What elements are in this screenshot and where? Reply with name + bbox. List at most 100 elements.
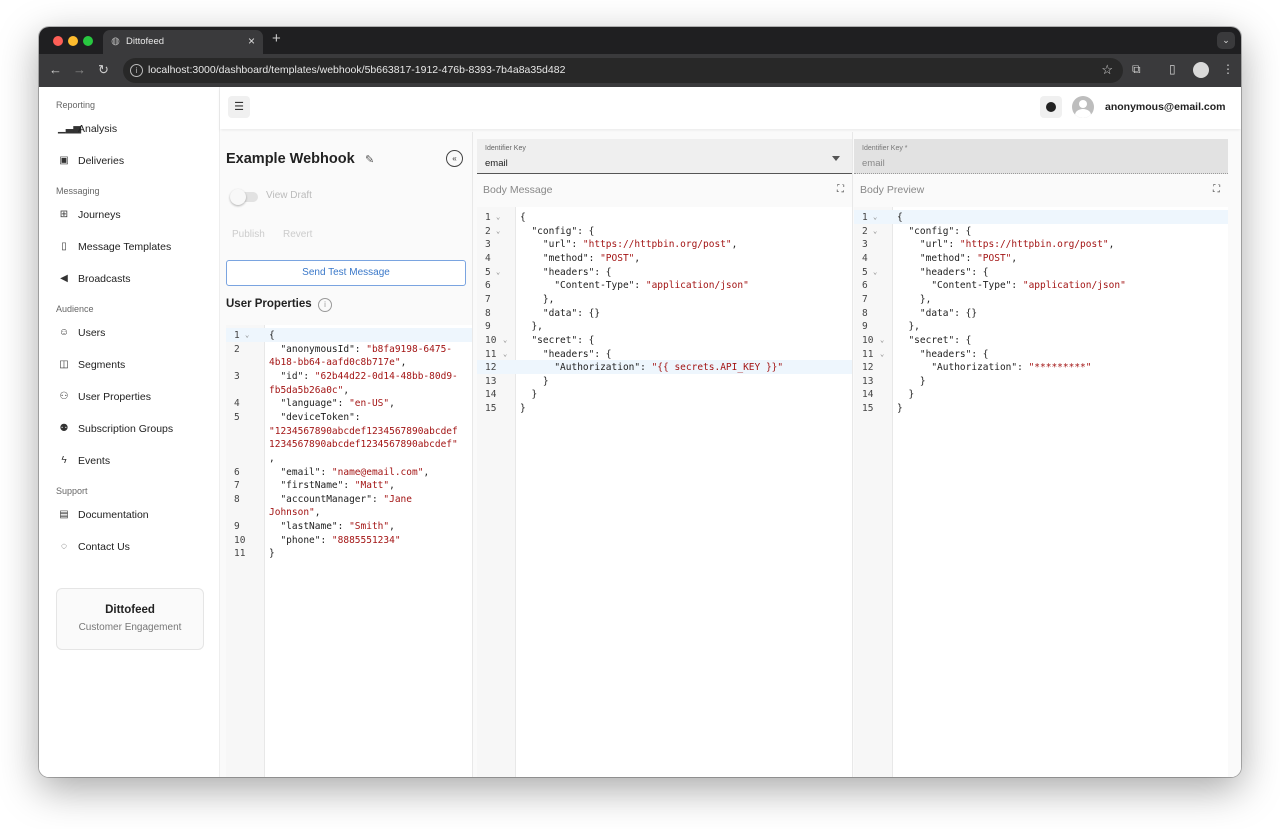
fold-chevron-icon[interactable]: ⌄ bbox=[245, 331, 249, 339]
minimize-window-button[interactable] bbox=[68, 36, 78, 46]
code-line: }, bbox=[520, 293, 555, 305]
revert-button[interactable]: Revert bbox=[283, 229, 312, 240]
edit-pencil-icon[interactable]: ✎ bbox=[365, 153, 374, 166]
code-line: "headers": { bbox=[897, 266, 989, 278]
browser-toolbar: ← → ↻ i localhost:3000/dashboard/templat… bbox=[39, 54, 1241, 87]
fold-chevron-icon[interactable]: ⌄ bbox=[873, 268, 877, 276]
sidebar-item-label: Broadcasts bbox=[78, 273, 131, 285]
line-number: 2 bbox=[862, 225, 868, 237]
fold-chevron-icon[interactable]: ⌄ bbox=[873, 227, 877, 235]
line-number: 3 bbox=[485, 239, 491, 251]
sidebar-item-label: Contact Us bbox=[78, 541, 130, 553]
fold-chevron-icon[interactable]: ⌄ bbox=[880, 350, 884, 358]
fold-chevron-icon[interactable]: ⌄ bbox=[496, 227, 500, 235]
code-line: }, bbox=[897, 321, 920, 333]
code-line: "Authorization": "*********" bbox=[897, 362, 1092, 374]
maximize-window-button[interactable] bbox=[83, 36, 93, 46]
line-number: 10 bbox=[234, 534, 246, 546]
bookmark-star-icon[interactable]: ☆ bbox=[1101, 62, 1113, 78]
code-line: }, bbox=[520, 321, 543, 333]
collapse-panel-icon[interactable]: « bbox=[446, 150, 463, 167]
line-number: 4 bbox=[234, 398, 240, 410]
app-header: ☰ anonymous@email.com bbox=[220, 87, 1241, 129]
body-message-editor[interactable]: 1 ⌄ {2 ⌄ "config": {3 "url": "https://httpb… bbox=[477, 207, 852, 777]
tab-search-icon[interactable]: ⌄ bbox=[1217, 32, 1235, 49]
info-icon[interactable]: i bbox=[318, 298, 332, 312]
avatar[interactable] bbox=[1072, 96, 1094, 118]
close-tab-icon[interactable]: × bbox=[248, 34, 255, 48]
line-number: 1 bbox=[485, 212, 491, 223]
fold-chevron-icon[interactable]: ⌄ bbox=[496, 213, 500, 221]
code-line: "anonymousId": "b8fa9198-6475- bbox=[269, 343, 453, 355]
line-number: 6 bbox=[234, 466, 240, 478]
code-line: "data": {} bbox=[520, 307, 601, 319]
body-preview-editor: 1 ⌄ {2 ⌄ "config": {3 "url": "https://httpb… bbox=[854, 207, 1228, 777]
fold-chevron-icon[interactable]: ⌄ bbox=[873, 213, 877, 221]
reload-icon[interactable]: ↻ bbox=[98, 62, 109, 78]
code-line: "secret": { bbox=[897, 334, 972, 346]
code-line: "config": { bbox=[897, 225, 972, 237]
view-draft-toggle[interactable] bbox=[230, 189, 258, 205]
code-line: "headers": { bbox=[897, 348, 989, 360]
send-test-message-button[interactable]: Send Test Message bbox=[226, 260, 466, 286]
line-number: 1 bbox=[234, 330, 240, 341]
line-number: 5 bbox=[234, 411, 240, 423]
line-number: 1 bbox=[862, 212, 868, 223]
extensions-icon[interactable]: ⧉ bbox=[1132, 62, 1141, 77]
fullscreen-icon[interactable]: ⛶ bbox=[837, 184, 847, 195]
fold-chevron-icon[interactable]: ⌄ bbox=[503, 350, 507, 358]
user-properties-editor[interactable]: 1 ⌄ {2 "anonymousId": "b8fa9198-6475- 4b18-… bbox=[226, 325, 472, 777]
line-number: 10 bbox=[862, 334, 874, 346]
code-line: } bbox=[269, 548, 275, 560]
address-bar[interactable]: i localhost:3000/dashboard/templates/web… bbox=[123, 58, 1123, 83]
line-number: 14 bbox=[485, 389, 497, 401]
line-number: 8 bbox=[862, 307, 868, 319]
line-number: 6 bbox=[485, 280, 491, 292]
menu-toggle-icon[interactable]: ☰ bbox=[228, 96, 250, 118]
code-line: fb5da5b26a0c", bbox=[269, 384, 350, 396]
code-line: { bbox=[520, 212, 526, 223]
line-number: 6 bbox=[862, 280, 868, 292]
code-line: "Authorization": "{{ secrets.API_KEY }}" bbox=[520, 362, 784, 374]
forward-icon[interactable]: → bbox=[73, 62, 86, 78]
back-icon[interactable]: ← bbox=[49, 62, 62, 78]
sidebar-item-label: Segments bbox=[78, 359, 126, 371]
fold-chevron-icon[interactable]: ⌄ bbox=[496, 268, 500, 276]
active-line-highlight bbox=[226, 328, 472, 342]
segments-icon: ◫ bbox=[59, 359, 69, 370]
fullscreen-icon[interactable]: ⛶ bbox=[1213, 184, 1223, 195]
sidebar-item-label: Documentation bbox=[78, 509, 149, 521]
globe-icon: ◍ bbox=[111, 36, 120, 47]
sidebar-item-label: Subscription Groups bbox=[78, 423, 174, 435]
line-number: 8 bbox=[234, 493, 240, 505]
body-preview-panel: Identifier Key * email Body Preview ⛶ 1 ⌄… bbox=[854, 132, 1241, 777]
fold-chevron-icon[interactable]: ⌄ bbox=[880, 336, 884, 344]
code-line: "url": "https://httpbin.org/post", bbox=[520, 239, 738, 251]
user-properties-icon: ⚇ bbox=[59, 391, 69, 402]
fold-chevron-icon[interactable]: ⌄ bbox=[503, 336, 507, 344]
close-window-button[interactable] bbox=[53, 36, 63, 46]
browser-tab[interactable]: ◍ Dittofeed × bbox=[103, 30, 263, 54]
identifier-key-select[interactable]: Identifier Key email bbox=[477, 139, 852, 174]
line-number: 11 bbox=[485, 348, 497, 360]
user-icon: ☺ bbox=[58, 327, 70, 338]
publish-button[interactable]: Publish bbox=[232, 229, 265, 240]
code-line: }, bbox=[897, 293, 932, 305]
line-number: 8 bbox=[485, 307, 491, 319]
side-panel-icon[interactable]: ▯ bbox=[1169, 62, 1176, 76]
sidebar-item-label: Journeys bbox=[78, 209, 121, 221]
new-tab-icon[interactable]: + bbox=[272, 30, 281, 47]
line-number: 15 bbox=[485, 403, 497, 415]
site-info-icon[interactable]: i bbox=[130, 64, 143, 77]
section-audience: Audience bbox=[56, 304, 94, 314]
user-properties-heading: User Properties bbox=[226, 298, 312, 310]
browser-menu-icon[interactable]: ⋮ bbox=[1222, 62, 1234, 76]
line-number: 5 bbox=[485, 266, 491, 278]
line-number: 13 bbox=[862, 375, 874, 387]
line-number: 4 bbox=[862, 252, 868, 264]
profile-avatar-icon[interactable] bbox=[1193, 62, 1209, 78]
file-icon: ▯ bbox=[61, 241, 67, 252]
brand-name: Dittofeed bbox=[105, 604, 155, 616]
active-line-highlight bbox=[854, 210, 1228, 224]
github-button[interactable] bbox=[1040, 96, 1062, 118]
